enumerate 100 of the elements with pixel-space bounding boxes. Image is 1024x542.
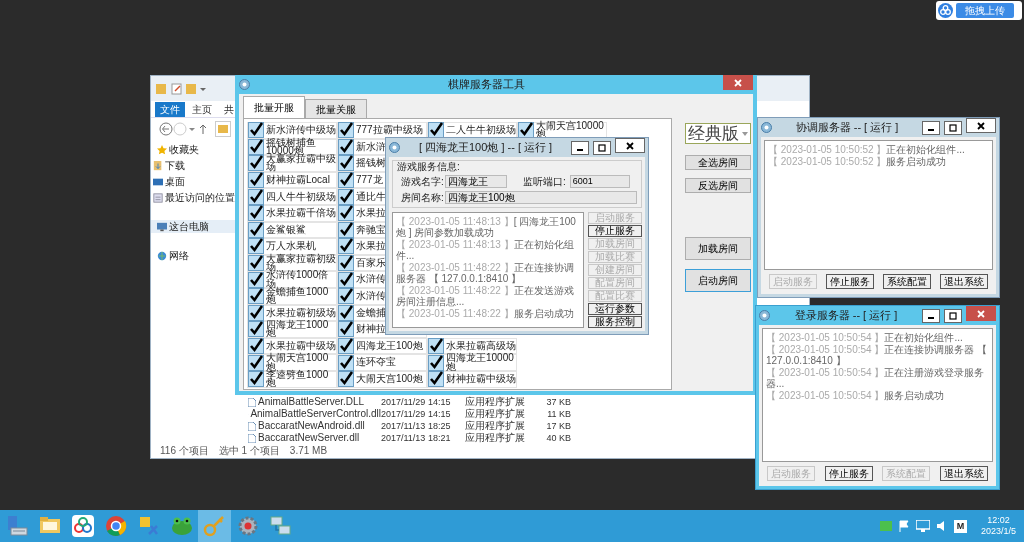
maximize-button[interactable] bbox=[593, 140, 611, 155]
room-label: 财神拉霸中级场 bbox=[446, 375, 516, 384]
nav-item[interactable]: 下载 bbox=[151, 159, 236, 172]
field-label: 房间名称: bbox=[400, 191, 441, 205]
checkbox[interactable] bbox=[248, 371, 264, 388]
text-field[interactable]: 四海龙王 bbox=[445, 175, 507, 188]
checkbox[interactable] bbox=[248, 238, 264, 255]
service-button[interactable]: 停止服务 bbox=[825, 274, 874, 289]
checkbox[interactable] bbox=[248, 304, 264, 321]
close-button[interactable] bbox=[966, 118, 996, 133]
minimize-button[interactable] bbox=[571, 140, 589, 155]
file-date: 2017/11/13 18:21 bbox=[381, 432, 452, 444]
ribbon-tab[interactable]: 共 bbox=[219, 102, 239, 117]
service-button[interactable]: 停止服务 bbox=[588, 225, 642, 237]
room-label: 水果拉霸千倍场 bbox=[266, 209, 336, 218]
checkbox[interactable] bbox=[338, 205, 354, 222]
service-button[interactable]: 运行参数 bbox=[588, 303, 642, 315]
maximize-button[interactable] bbox=[944, 308, 962, 323]
checkbox[interactable] bbox=[248, 255, 264, 272]
network-icon bbox=[268, 514, 293, 538]
checkbox[interactable] bbox=[338, 221, 354, 238]
checkbox[interactable] bbox=[338, 371, 354, 388]
checkbox[interactable] bbox=[338, 255, 354, 272]
checkbox[interactable] bbox=[338, 188, 354, 205]
room-button[interactable]: 全选房间 bbox=[685, 155, 751, 170]
group-title: 游戏服务信息: bbox=[397, 161, 461, 173]
checkbox[interactable] bbox=[248, 288, 264, 305]
window-title: 协调服务器 -- [ 运行 ] bbox=[794, 120, 900, 136]
checkbox[interactable] bbox=[248, 321, 264, 338]
checkbox[interactable] bbox=[248, 221, 264, 238]
service-button[interactable]: 系统配置 bbox=[883, 274, 932, 289]
checkbox[interactable] bbox=[428, 354, 444, 371]
edition-dropdown[interactable]: 经典版 bbox=[685, 123, 751, 144]
checkbox[interactable] bbox=[338, 122, 354, 139]
checkbox[interactable] bbox=[248, 122, 264, 139]
text-field[interactable]: 6001 bbox=[569, 175, 630, 188]
service-button[interactable]: 退出系统 bbox=[940, 466, 989, 481]
checkbox[interactable] bbox=[428, 122, 444, 139]
checkbox[interactable] bbox=[428, 338, 444, 354]
log-line: 【 2023-01-05 10:50:54 】正在初始化组件... bbox=[766, 332, 964, 343]
checkbox[interactable] bbox=[248, 205, 264, 222]
checkbox[interactable] bbox=[338, 338, 354, 354]
room-label: 四海龙王1000炮 bbox=[266, 321, 330, 338]
checkbox[interactable] bbox=[338, 288, 354, 305]
checkbox[interactable] bbox=[338, 155, 354, 172]
log-line: 【 2023-01-05 11:48:22 】正在发送游戏房间注册信息... bbox=[396, 285, 575, 307]
room-label: 大赢家拉霸中级场 bbox=[266, 155, 336, 172]
nav-item[interactable]: 网络 bbox=[151, 249, 236, 262]
checkbox[interactable] bbox=[248, 138, 264, 155]
checkbox[interactable] bbox=[338, 354, 354, 371]
status-text: 3.71 MB bbox=[289, 445, 328, 457]
checkbox[interactable] bbox=[248, 271, 264, 288]
room-button[interactable]: 加载房间 bbox=[685, 237, 751, 260]
service-button[interactable]: 退出系统 bbox=[940, 274, 989, 289]
checkbox[interactable] bbox=[338, 271, 354, 288]
service-button[interactable]: 服务控制 bbox=[588, 316, 642, 328]
checkbox[interactable] bbox=[428, 371, 444, 388]
checkbox[interactable] bbox=[338, 304, 354, 321]
nav-item[interactable]: 这台电脑 bbox=[151, 220, 236, 233]
checkbox[interactable] bbox=[248, 155, 264, 172]
log-line: 【 2023-01-05 11:48:22 】服务启动成功 bbox=[396, 308, 575, 319]
room-label: 大闹天宫1000炮 bbox=[266, 354, 330, 371]
minimize-button[interactable] bbox=[922, 120, 940, 135]
ime-indicator[interactable]: M bbox=[953, 519, 967, 533]
close-button[interactable] bbox=[615, 138, 645, 153]
tab[interactable]: 批量关服 bbox=[305, 99, 367, 118]
room-button[interactable]: 启动房间 bbox=[685, 269, 751, 292]
tab[interactable]: 批量开服 bbox=[243, 96, 305, 118]
checkbox[interactable] bbox=[248, 188, 264, 205]
checkbox[interactable] bbox=[518, 122, 534, 139]
nav-item[interactable]: 收藏夹 bbox=[151, 143, 236, 156]
checkbox[interactable] bbox=[338, 238, 354, 255]
minimize-button[interactable] bbox=[922, 308, 940, 323]
log-line: 【 2023-01-05 10:50:54 】服务启动成功 bbox=[766, 390, 946, 401]
nav-item[interactable]: 桌面 bbox=[151, 175, 236, 188]
checkbox[interactable] bbox=[338, 172, 354, 189]
file-name[interactable]: AnimalBattleServerControl.dll bbox=[250, 408, 381, 420]
log-line: 【 2023-01-05 11:48:13 】正在初始化组件... bbox=[396, 239, 575, 261]
maximize-button[interactable] bbox=[944, 120, 962, 135]
file-type: 应用程序扩展 bbox=[465, 396, 526, 408]
file-name[interactable]: BaccaratNewAndroid.dll bbox=[258, 420, 365, 432]
maximize-icon bbox=[949, 311, 957, 320]
log-line: 【 2023-01-05 11:48:13 】[ 四海龙王100炮 ] 房间参数加载成功 bbox=[396, 216, 577, 238]
cloud-icon bbox=[70, 514, 95, 538]
app-icon bbox=[389, 142, 400, 153]
file-name[interactable]: BaccaratNewServer.dll bbox=[258, 432, 360, 444]
ribbon-tab[interactable]: 主页 bbox=[187, 102, 217, 117]
checkbox[interactable] bbox=[248, 172, 264, 189]
room-button[interactable]: 反选房间 bbox=[685, 178, 751, 193]
file-size: 11 KB bbox=[546, 408, 571, 420]
checkbox[interactable] bbox=[248, 338, 264, 354]
checkbox[interactable] bbox=[338, 321, 354, 338]
checkbox[interactable] bbox=[248, 354, 264, 371]
checkbox[interactable] bbox=[338, 138, 354, 155]
nav-item[interactable]: 最近访问的位置 bbox=[151, 191, 236, 204]
file-name[interactable]: AnimalBattleServer.DLL bbox=[258, 396, 365, 408]
ribbon-tab[interactable]: 文件 bbox=[155, 102, 185, 117]
service-button[interactable]: 停止服务 bbox=[824, 466, 873, 481]
room-label: 水果拉霸初级场 bbox=[266, 308, 336, 317]
text-field[interactable]: 四海龙王100炮 bbox=[445, 191, 637, 204]
